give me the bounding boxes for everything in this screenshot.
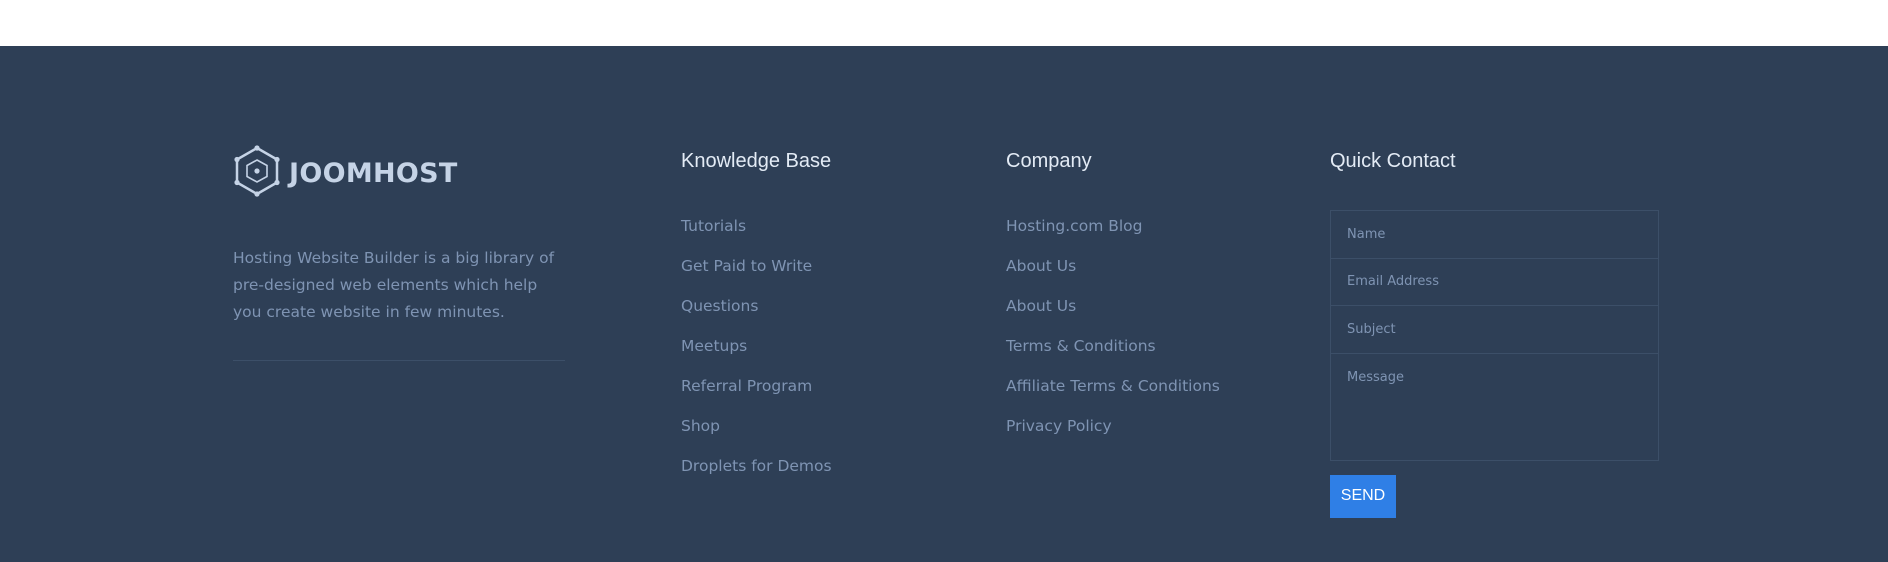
link-meetups[interactable]: Meetups [681, 337, 747, 355]
link-about-us-2[interactable]: About Us [1006, 297, 1076, 315]
link-tutorials[interactable]: Tutorials [681, 217, 746, 235]
knowledge-base-column: Knowledge Base Tutorials Get Paid to Wri… [681, 147, 832, 495]
email-input[interactable] [1331, 258, 1658, 306]
link-about-us[interactable]: About Us [1006, 257, 1076, 275]
knowledge-base-links: Tutorials Get Paid to Write Questions Me… [681, 215, 832, 495]
brand-description: Hosting Website Builder is a big library… [233, 249, 555, 321]
top-band [0, 0, 1888, 46]
send-button[interactable]: SEND [1330, 474, 1396, 518]
divider [233, 360, 565, 361]
link-shop[interactable]: Shop [681, 417, 720, 435]
link-droplets-for-demos[interactable]: Droplets for Demos [681, 457, 832, 475]
link-questions[interactable]: Questions [681, 297, 758, 315]
message-textarea[interactable] [1331, 353, 1658, 460]
logo[interactable]: JOOMHOST [233, 144, 565, 202]
company-links: Hosting.com Blog About Us About Us Terms… [1006, 215, 1220, 455]
footer-brand: JOOMHOST Hosting Website Builder is a bi… [233, 144, 565, 361]
subject-input[interactable] [1331, 306, 1658, 354]
name-input[interactable] [1331, 211, 1658, 259]
link-affiliate-terms[interactable]: Affiliate Terms & Conditions [1006, 377, 1220, 395]
link-referral-program[interactable]: Referral Program [681, 377, 812, 395]
quick-contact-heading: Quick Contact [1330, 150, 1456, 172]
quick-contact-column: Quick Contact SEND [1330, 147, 1659, 518]
knowledge-base-heading: Knowledge Base [681, 150, 832, 172]
link-terms-conditions[interactable]: Terms & Conditions [1006, 337, 1156, 355]
brand-name: JOOMHOST [289, 157, 458, 189]
company-column: Company Hosting.com Blog About Us About … [1006, 147, 1220, 455]
quick-contact-form [1330, 210, 1659, 461]
site-footer: JOOMHOST Hosting Website Builder is a bi… [0, 46, 1888, 562]
company-heading: Company [1006, 150, 1092, 172]
link-hosting-blog[interactable]: Hosting.com Blog [1006, 217, 1142, 235]
link-privacy-policy[interactable]: Privacy Policy [1006, 417, 1112, 435]
hexagon-logo-icon [233, 144, 281, 202]
link-get-paid-to-write[interactable]: Get Paid to Write [681, 257, 812, 275]
